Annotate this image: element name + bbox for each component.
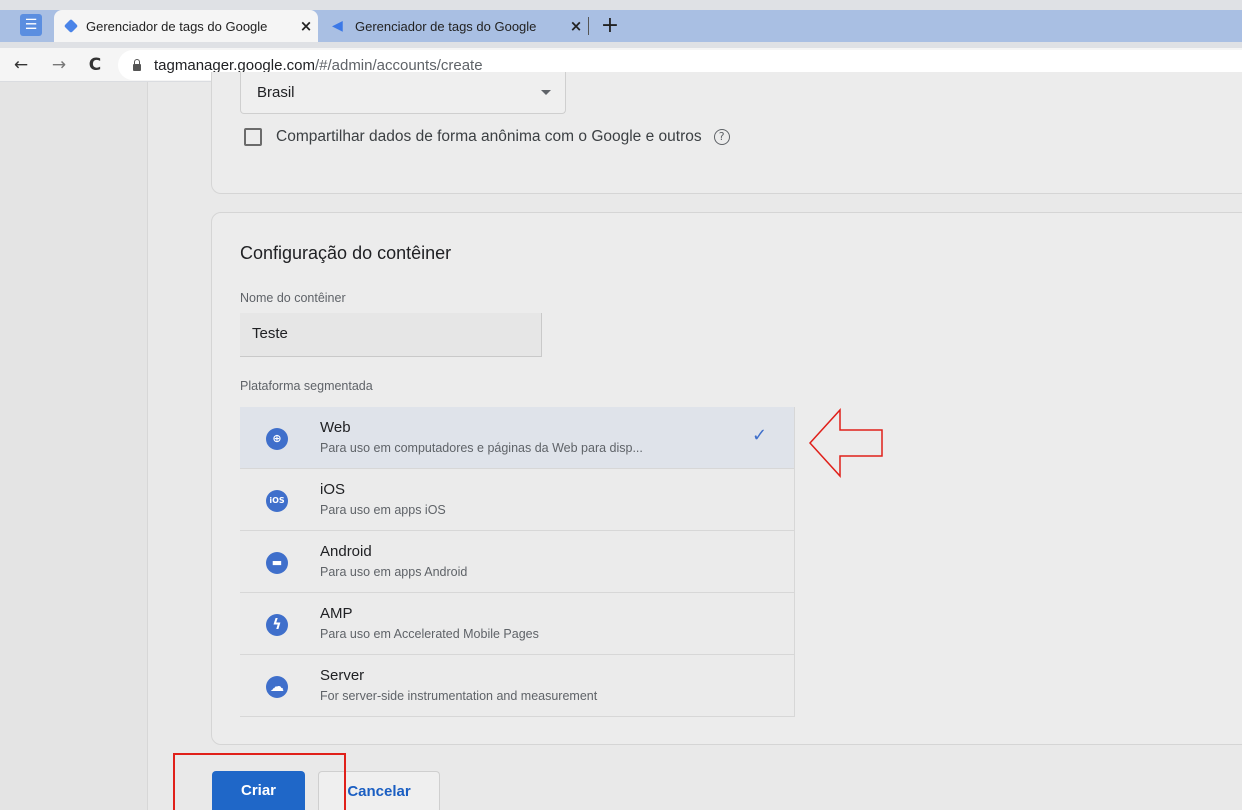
platform-name: iOS xyxy=(320,481,346,498)
platform-name: Web xyxy=(320,419,351,436)
section-title: Configuração do contêiner xyxy=(240,243,452,263)
cancel-button[interactable]: Cancelar xyxy=(318,771,440,810)
platform-description: Para uso em computadores e páginas da We… xyxy=(320,441,643,455)
tab-search-icon[interactable]: ☰ xyxy=(20,14,42,36)
forward-arrow-icon[interactable]: → xyxy=(46,52,72,78)
platform-label: Plataforma segmentada xyxy=(240,379,373,393)
lock-icon xyxy=(132,59,142,71)
platform-description: Para uso em apps Android xyxy=(320,565,468,579)
share-data-label: Compartilhar dados de forma anônima com … xyxy=(276,128,702,145)
url-host: tagmanager.google.com xyxy=(154,56,315,74)
country-value: Brasil xyxy=(257,84,295,101)
platform-description: Para uso em apps iOS xyxy=(320,503,446,517)
account-settings-card: Brasil Compartilhar dados de forma anôni… xyxy=(211,72,1242,194)
platform-option-ios[interactable]: iOS iOS Para uso em apps iOS xyxy=(240,469,795,531)
lightning-icon: ϟ xyxy=(266,614,288,636)
tab-close-icon[interactable]: × xyxy=(294,17,318,35)
platform-option-amp[interactable]: ϟ AMP Para uso em Accelerated Mobile Pag… xyxy=(240,593,795,655)
create-button[interactable]: Criar xyxy=(212,771,305,810)
platform-option-web[interactable]: ⊕ Web Para uso em computadores e páginas… xyxy=(240,407,795,469)
help-icon[interactable]: ? xyxy=(713,129,730,145)
country-select[interactable]: Brasil xyxy=(240,72,566,114)
reload-icon[interactable]: C xyxy=(82,52,108,78)
platform-description: Para uso em Accelerated Mobile Pages xyxy=(320,627,539,641)
browser-tab-bar: ☰ Gerenciador de tags do Google × ◀ Gere… xyxy=(0,0,1242,48)
url-path: /#/admin/accounts/create xyxy=(314,56,483,74)
gtm-favicon-icon: ◀ xyxy=(332,17,343,34)
back-arrow-icon[interactable]: ← xyxy=(8,52,34,78)
platform-description: For server-side instrumentation and meas… xyxy=(320,689,598,703)
ios-icon: iOS xyxy=(266,490,288,512)
tab-title: Gerenciador de tags do Google xyxy=(86,18,268,34)
android-icon: ▬ xyxy=(266,552,288,574)
platform-name: Server xyxy=(320,667,365,684)
platform-name: AMP xyxy=(320,605,353,622)
cloud-icon: ☁ xyxy=(266,676,288,698)
platform-option-server[interactable]: ☁ Server For server-side instrumentation… xyxy=(240,655,795,717)
share-data-checkbox[interactable] xyxy=(244,128,262,146)
container-name-input[interactable] xyxy=(252,325,532,342)
share-data-row[interactable]: Compartilhar dados de forma anônima com … xyxy=(244,128,730,146)
check-icon: ✓ xyxy=(752,425,768,446)
tab-inactive[interactable]: ◀ Gerenciador de tags do Google × xyxy=(320,10,588,42)
globe-icon: ⊕ xyxy=(266,428,288,450)
platform-list: ⊕ Web Para uso em computadores e páginas… xyxy=(240,407,795,719)
left-gutter xyxy=(0,82,148,810)
container-name-field[interactable] xyxy=(240,313,542,357)
container-settings-card: Configuração do contêiner Nome do contêi… xyxy=(211,212,1242,745)
platform-option-android[interactable]: ▬ Android Para uso em apps Android xyxy=(240,531,795,593)
page-content: Brasil Compartilhar dados de forma anôni… xyxy=(0,72,1242,810)
gtm-favicon-icon xyxy=(63,18,79,34)
tab-separator xyxy=(588,17,589,35)
tab-active[interactable]: Gerenciador de tags do Google × xyxy=(54,10,318,42)
container-name-label: Nome do contêiner xyxy=(240,291,346,305)
platform-name: Android xyxy=(320,543,372,560)
red-arrow-annotation xyxy=(808,408,883,478)
new-tab-button[interactable]: + xyxy=(598,12,622,40)
tab-close-icon[interactable]: × xyxy=(564,17,588,35)
tab-title: Gerenciador de tags do Google xyxy=(355,18,537,34)
dropdown-caret-icon xyxy=(541,90,551,95)
